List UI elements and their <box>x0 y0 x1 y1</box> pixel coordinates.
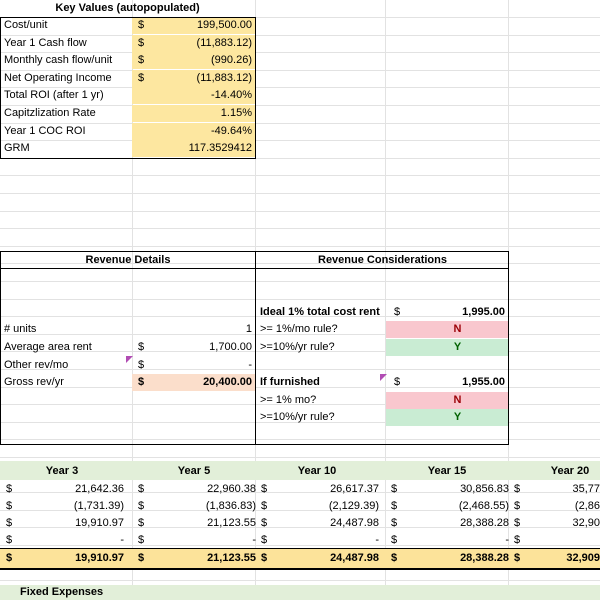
projection-value[interactable]: - <box>4 532 128 549</box>
grid-line <box>0 211 600 212</box>
projection-value[interactable]: (2,86 <box>512 498 600 515</box>
projection-value[interactable]: - <box>389 532 513 549</box>
projection-value[interactable]: 26,617.37 <box>259 481 383 498</box>
projection-value[interactable]: (1,836.83) <box>136 498 260 515</box>
year-header: Year 20 <box>550 465 590 477</box>
projection-value[interactable]: 22,960.38 <box>136 481 260 498</box>
projection-value[interactable]: 35,77 <box>512 481 600 498</box>
fixed-expenses-title: Fixed Expenses <box>20 586 104 598</box>
divider <box>0 568 600 570</box>
key-values-border <box>0 17 256 159</box>
year-header: Year 5 <box>177 465 211 477</box>
projection-value[interactable] <box>512 532 600 549</box>
projection-value[interactable]: 24,487.98 <box>259 515 383 532</box>
key-values-title: Key Values (autopopulated) <box>55 2 200 14</box>
projection-value[interactable]: 21,123.55 <box>136 515 260 532</box>
projection-value[interactable]: 32,909 <box>512 550 600 567</box>
projection-value[interactable]: 21,123.55 <box>136 550 260 567</box>
grid-line <box>0 457 600 458</box>
comment-indicator-icon[interactable] <box>126 356 133 363</box>
projection-value[interactable]: 21,642.36 <box>4 481 128 498</box>
grid-line <box>0 175 600 176</box>
projection-value[interactable]: (2,468.55) <box>389 498 513 515</box>
grid-line <box>0 246 600 247</box>
projection-value[interactable]: 24,487.98 <box>259 550 383 567</box>
projection-value[interactable]: 30,856.83 <box>389 481 513 498</box>
comment-indicator-icon[interactable] <box>380 374 387 381</box>
projection-value[interactable]: (2,129.39) <box>259 498 383 515</box>
divider <box>0 548 600 549</box>
projection-value[interactable]: 28,388.28 <box>389 550 513 567</box>
grid-line <box>0 193 600 194</box>
year-header: Year 15 <box>427 465 467 477</box>
revenue-details-border <box>0 251 256 445</box>
grid-line <box>0 228 600 229</box>
projection-value[interactable]: 19,910.97 <box>4 515 128 532</box>
divider <box>0 268 509 269</box>
projection-value[interactable]: - <box>136 532 260 549</box>
year-header: Year 10 <box>297 465 337 477</box>
grid-line <box>0 580 600 581</box>
year-header: Year 3 <box>45 465 79 477</box>
revenue-considerations-border <box>255 251 509 445</box>
projection-value[interactable]: 32,90 <box>512 515 600 532</box>
projection-value[interactable]: 19,910.97 <box>4 550 128 567</box>
projection-value[interactable]: 28,388.28 <box>389 515 513 532</box>
projection-value[interactable]: (1,731.39) <box>4 498 128 515</box>
projection-value[interactable]: - <box>259 532 383 549</box>
